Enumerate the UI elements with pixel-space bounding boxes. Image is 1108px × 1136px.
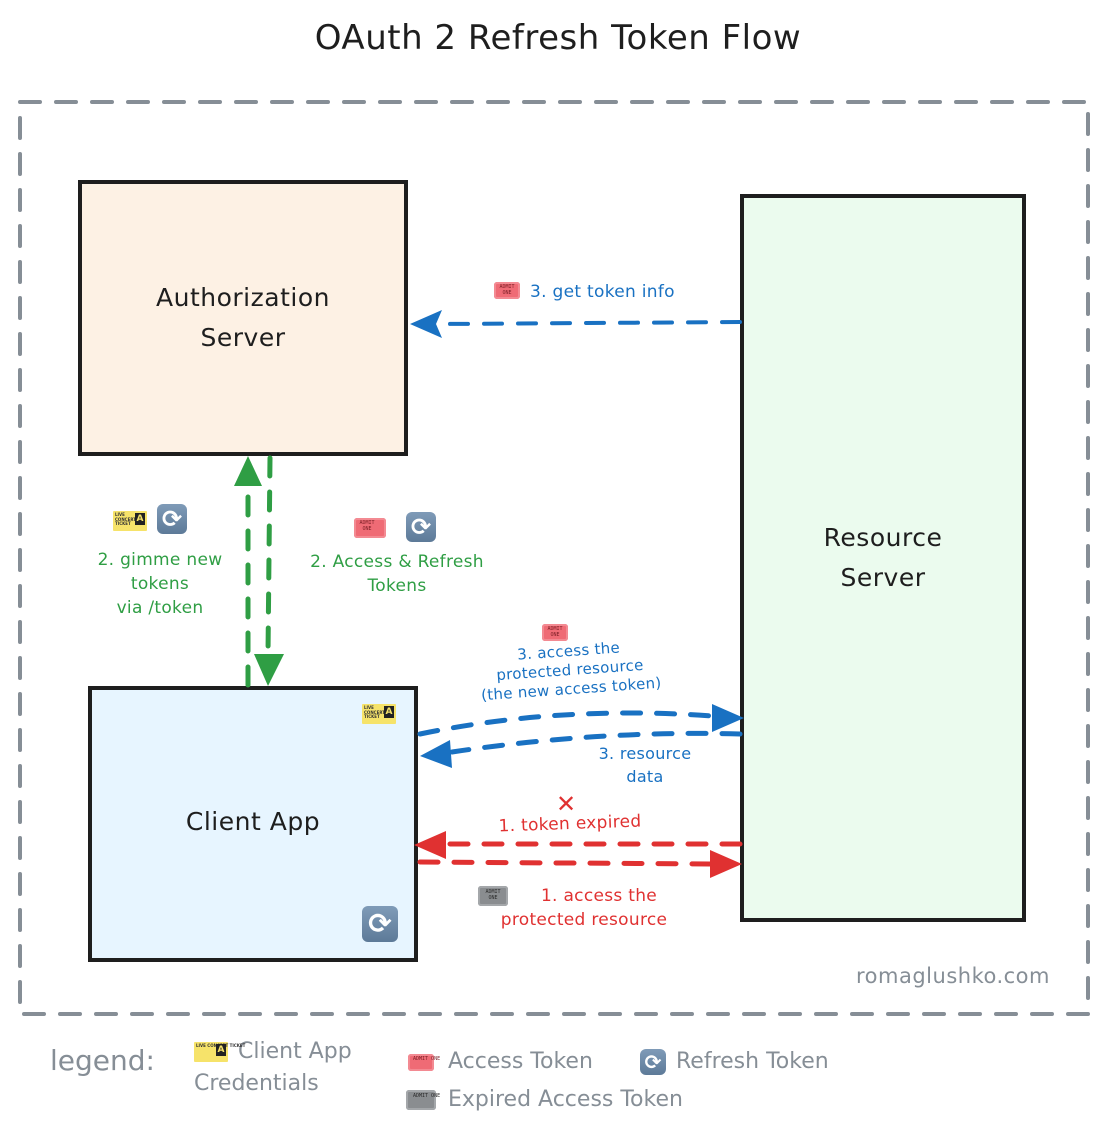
arrow-access-new-token bbox=[417, 710, 715, 737]
client-credentials-icon bbox=[113, 511, 147, 531]
client-credentials-icon bbox=[362, 704, 396, 724]
label-access-refresh: 2. Access & Refresh Tokens bbox=[310, 552, 484, 596]
watermark: romaglushko.com bbox=[856, 964, 1050, 988]
refresh-token-icon: ⟳ bbox=[406, 512, 436, 542]
access-token-icon bbox=[354, 518, 386, 538]
access-token-icon bbox=[494, 282, 520, 299]
arrowhead-access-expired bbox=[710, 850, 742, 878]
access-token-icon bbox=[542, 624, 568, 641]
legend-item-access-token: Access Token bbox=[408, 1046, 593, 1078]
authorization-server-label: Authorization Server bbox=[156, 283, 330, 352]
label-gimme-tokens: 2. gimme new tokens via /token bbox=[97, 550, 223, 618]
legend-item-refresh-token: ⟳ Refresh Token bbox=[640, 1046, 829, 1078]
refresh-token-icon: ⟳ bbox=[640, 1049, 666, 1075]
arrowhead-access-refresh bbox=[254, 654, 284, 686]
expired-access-token-icon bbox=[406, 1090, 436, 1110]
arrowhead-token-expired bbox=[414, 831, 446, 859]
arrow-get-token-info bbox=[438, 320, 742, 326]
arrow-access-expired bbox=[417, 859, 713, 867]
legend-title: legend: bbox=[50, 1044, 155, 1077]
arrowhead-access-new-token bbox=[712, 704, 744, 732]
resource-server-label: Resource Server bbox=[823, 523, 943, 592]
arrowhead-get-token-info bbox=[410, 310, 442, 338]
client-credentials-icon bbox=[194, 1042, 228, 1062]
access-token-icon bbox=[408, 1053, 434, 1071]
client-app-label: Client App bbox=[185, 807, 321, 836]
label-access-expired: 1. access the protected resource bbox=[500, 886, 668, 930]
label-get-token-info: 3. get token info bbox=[530, 282, 675, 302]
legend-item-expired-access-token: Expired Access Token bbox=[406, 1084, 683, 1116]
refresh-token-icon: ⟳ bbox=[157, 504, 187, 534]
arrowhead-gimme-tokens bbox=[234, 456, 262, 486]
legend-item-client-credentials: Client App Credentials bbox=[194, 1036, 352, 1100]
label-resource-data: 3. resource data bbox=[598, 744, 692, 786]
arrowhead-resource-data bbox=[420, 740, 452, 768]
refresh-token-icon: ⟳ bbox=[362, 906, 398, 942]
arrow-access-refresh bbox=[265, 455, 273, 657]
